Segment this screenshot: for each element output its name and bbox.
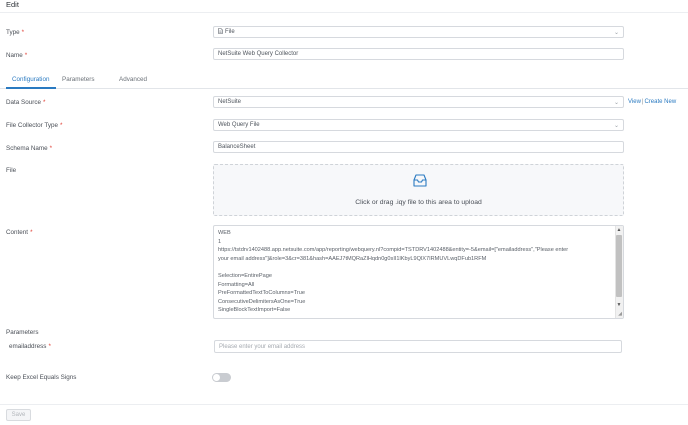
file-upload-dropzone[interactable]: Click or drag .iqy file to this area to … xyxy=(213,164,624,216)
content-line: 1 xyxy=(218,238,222,245)
chevron-down-icon: ⌄ xyxy=(613,100,619,106)
create-new-link[interactable]: Create New xyxy=(644,99,676,105)
content-line xyxy=(218,263,613,272)
content-line: ConsecutiveDelimitersAsOne=True xyxy=(218,298,306,305)
tab-configuration[interactable]: Configuration xyxy=(12,76,49,83)
schema-name-input[interactable]: BalanceSheet xyxy=(213,141,624,153)
schema-name-label: Schema Name * xyxy=(6,145,53,152)
scroll-up-arrow-icon[interactable]: ▲ xyxy=(616,227,622,233)
tab-bar: Configuration Parameters Advanced xyxy=(0,73,688,89)
emailaddress-placeholder: Please enter your email address xyxy=(219,343,306,350)
type-value: File xyxy=(225,29,235,35)
name-value: NetSuite Web Query Collector xyxy=(218,51,299,57)
file-label: File xyxy=(6,167,17,174)
chevron-down-icon: ⌄ xyxy=(613,123,619,129)
content-line: your email address"]&role=3&cr=381&hash=… xyxy=(218,255,487,262)
file-icon xyxy=(218,28,223,36)
active-tab-indicator xyxy=(6,87,56,89)
chevron-down-icon: ⌄ xyxy=(613,30,619,36)
tab-advanced[interactable]: Advanced xyxy=(119,76,147,83)
save-button[interactable]: Save xyxy=(6,409,31,421)
schema-name-value: BalanceSheet xyxy=(218,144,256,150)
header-divider xyxy=(0,12,688,13)
resize-handle-icon[interactable]: ◢ xyxy=(618,311,622,317)
content-text: WEB 1 https://tstdrv1402488.app.netsuite… xyxy=(218,229,613,315)
tab-parameters[interactable]: Parameters xyxy=(62,76,95,83)
content-line: SingleBlockTextImport=False xyxy=(218,307,291,314)
scroll-down-arrow-icon[interactable]: ▼ xyxy=(616,302,622,308)
emailaddress-label: emailaddress * xyxy=(9,343,51,350)
footer-divider xyxy=(0,404,688,405)
name-input[interactable]: NetSuite Web Query Collector xyxy=(213,48,624,60)
content-line: https://tstdrv1402488.app.netsuite.com/a… xyxy=(218,247,569,254)
data-source-select[interactable]: NetSuite ⌄ xyxy=(213,96,624,108)
content-textarea[interactable]: WEB 1 https://tstdrv1402488.app.netsuite… xyxy=(213,225,624,319)
toggle-knob xyxy=(213,374,220,381)
file-collector-type-value: Web Query File xyxy=(218,122,260,128)
page-title: Edit xyxy=(6,0,19,9)
content-line: Selection=EntirePage xyxy=(218,272,272,279)
content-line: PreFormattedTextToColumns=True xyxy=(218,290,305,297)
data-source-links: View|Create New xyxy=(628,99,676,105)
name-label: Name * xyxy=(6,52,28,59)
emailaddress-input[interactable]: Please enter your email address xyxy=(214,340,622,353)
data-source-label: Data Source * xyxy=(6,99,46,106)
inbox-icon xyxy=(413,174,427,187)
view-link[interactable]: View xyxy=(628,99,641,105)
file-collector-type-select[interactable]: Web Query File ⌄ xyxy=(213,119,624,131)
scrollbar-thumb[interactable] xyxy=(616,235,622,297)
content-line: Formatting=All xyxy=(218,281,255,288)
type-select[interactable]: File ⌄ xyxy=(213,26,624,38)
file-collector-type-label: File Collector Type * xyxy=(6,122,63,129)
upload-hint: Click or drag .iqy file to this area to … xyxy=(355,199,482,206)
content-label: Content * xyxy=(6,229,33,236)
keep-excel-equals-toggle[interactable] xyxy=(212,373,231,382)
data-source-value: NetSuite xyxy=(218,99,242,105)
content-line: WEB xyxy=(218,230,231,236)
parameters-heading: Parameters xyxy=(6,329,39,336)
type-label: Type * xyxy=(6,29,25,36)
keep-excel-equals-label: Keep Excel Equals Signs xyxy=(6,374,77,381)
